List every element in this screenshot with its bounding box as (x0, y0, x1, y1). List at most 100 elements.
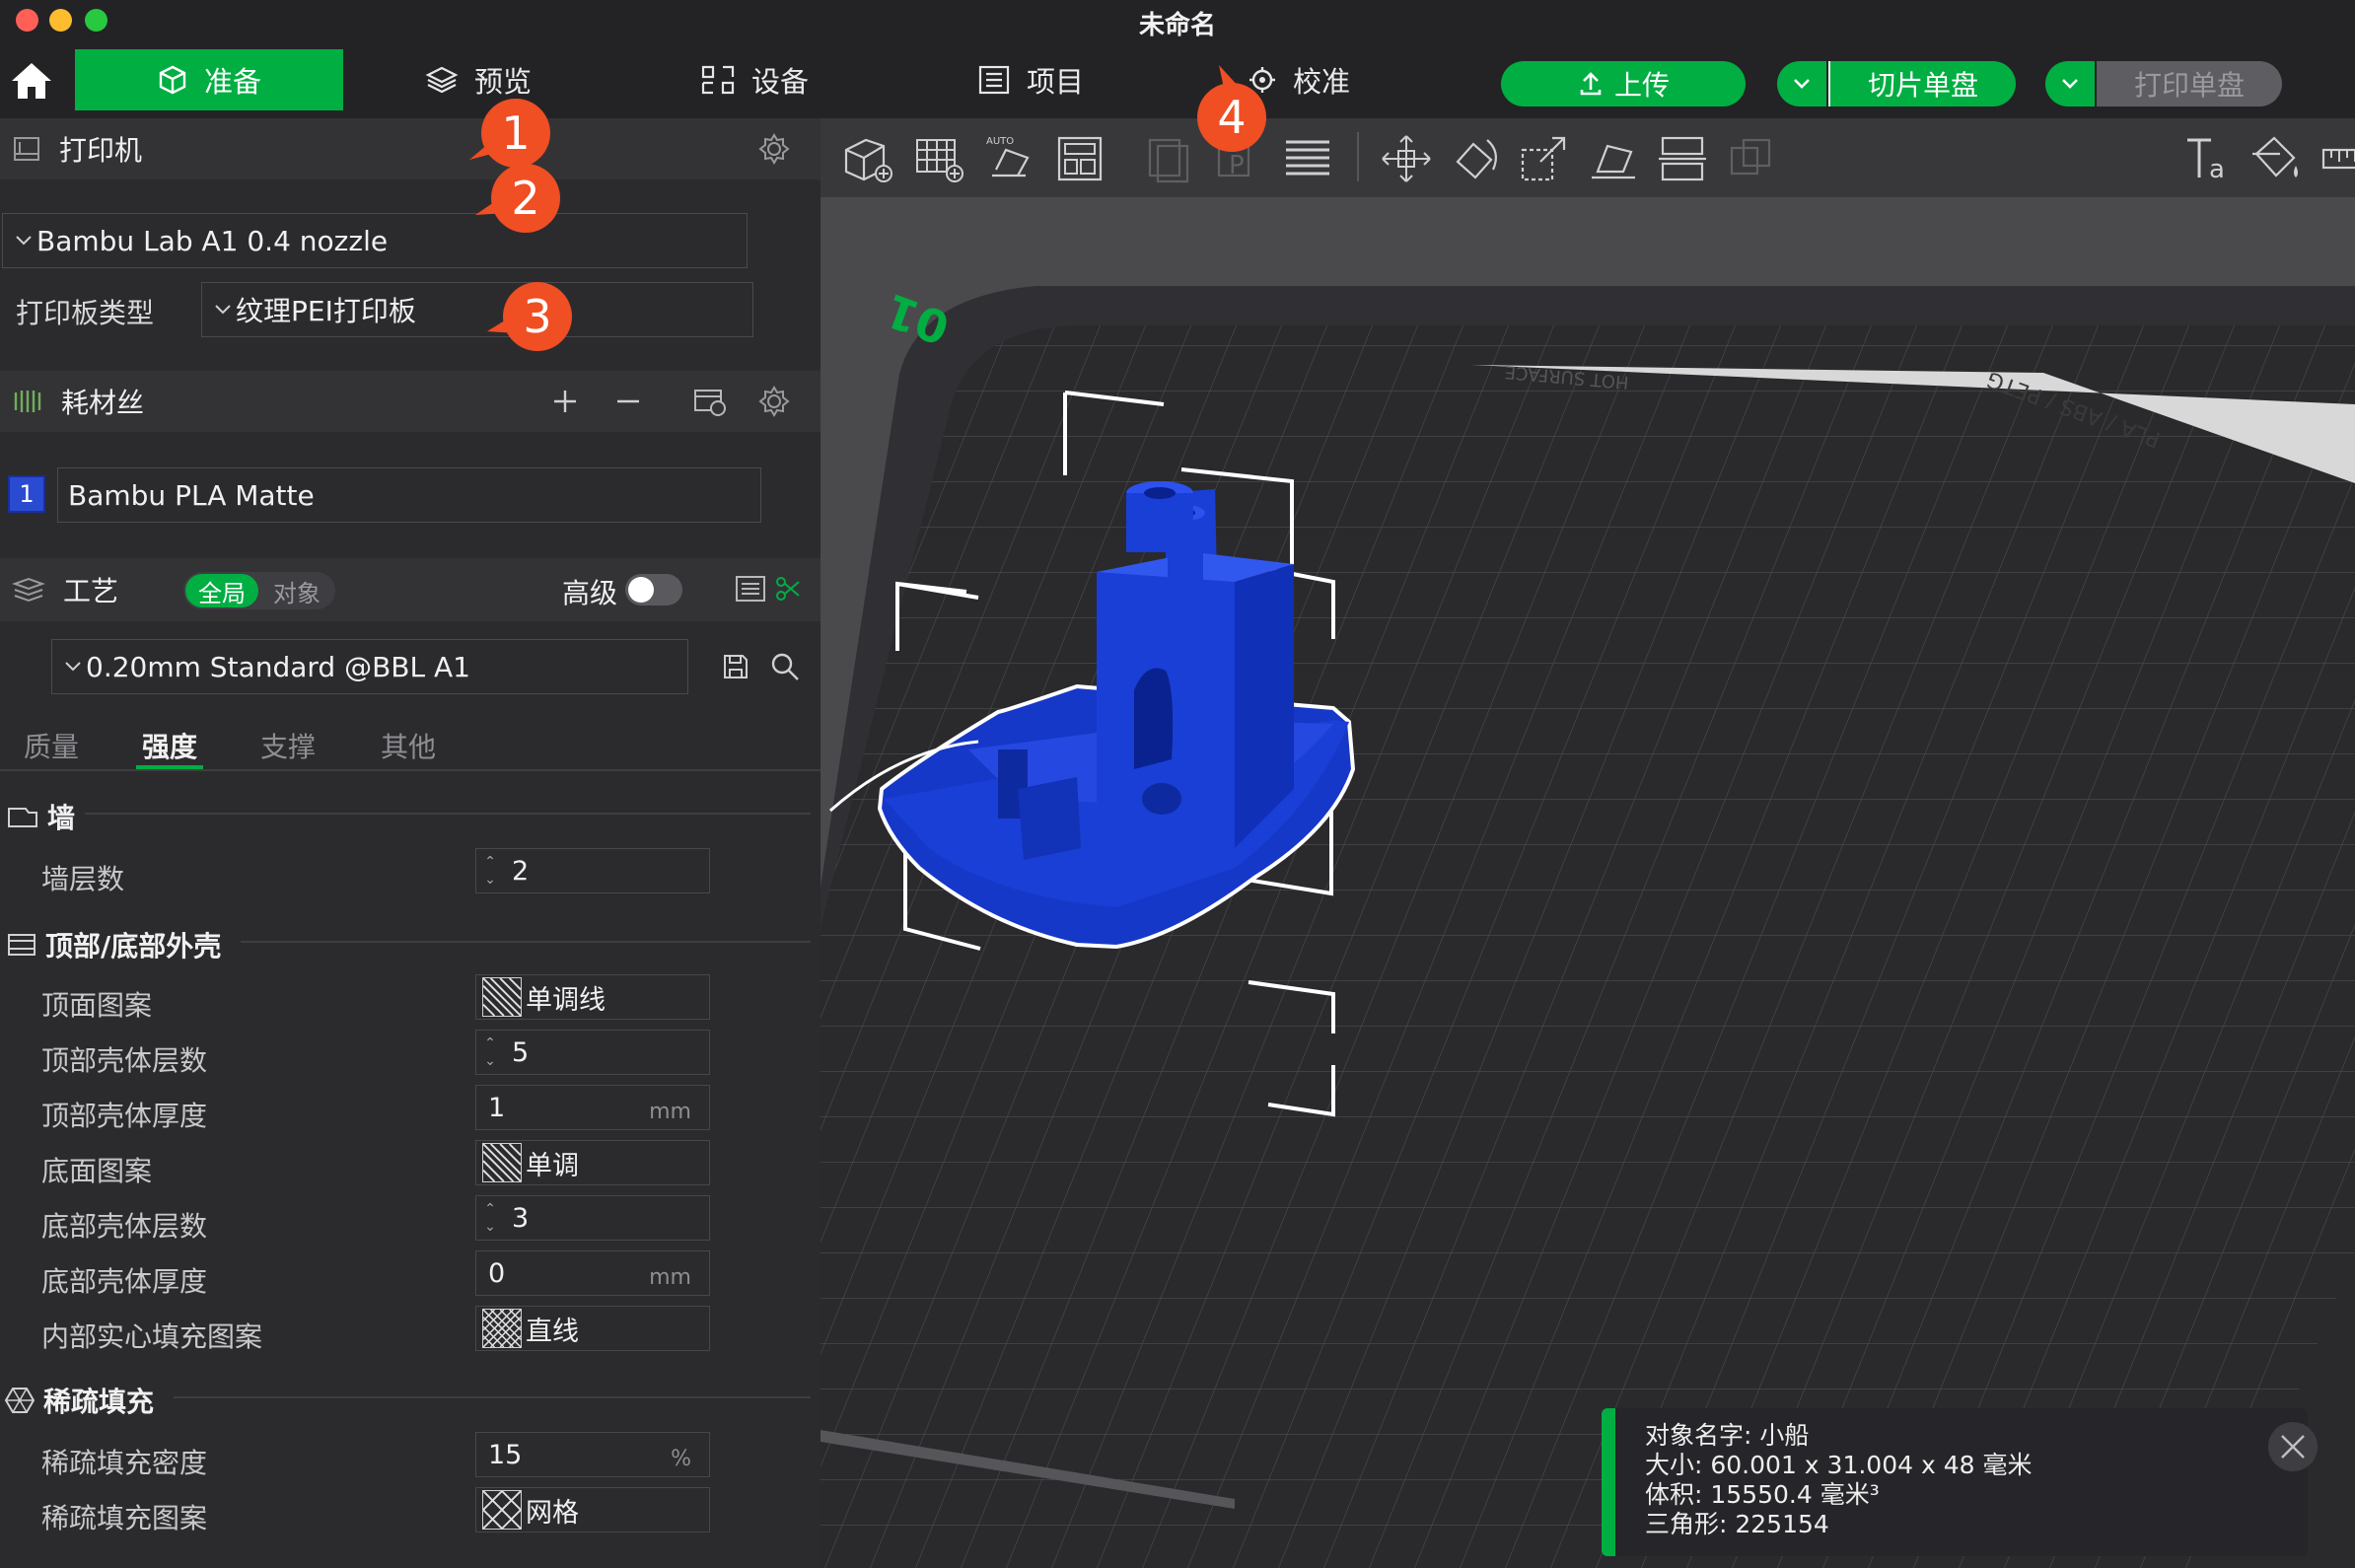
wall-icon (8, 808, 37, 827)
plate-type-select[interactable]: 纹理PEI打印板 (201, 282, 753, 337)
add-object-icon[interactable] (840, 132, 895, 185)
text-icon[interactable]: a (2181, 132, 2237, 185)
toggle-global[interactable]: 全局 (185, 574, 258, 607)
remove-filament-icon[interactable] (615, 389, 641, 414)
save-preset-icon[interactable] (722, 653, 749, 680)
wall-loops-stepper[interactable]: ⌃ ⌄ (476, 849, 504, 892)
printer-select-value: Bambu Lab A1 0.4 nozzle (36, 224, 389, 257)
add-filament-icon[interactable] (552, 389, 578, 414)
top-thickness-input[interactable]: 1 mm (475, 1085, 710, 1130)
object-triangles-line: 三角形: 225154 (1645, 1510, 1829, 1538)
wall-heading-line (85, 813, 811, 815)
top-layers-stepper[interactable]: ⌃ ⌄ (476, 1031, 504, 1074)
top-pattern-select[interactable]: 单调线 (475, 974, 710, 1020)
top-layers-value: 5 (512, 1036, 530, 1068)
filament-slot-badge[interactable]: 1 (8, 475, 45, 513)
infill-icon (4, 1388, 36, 1413)
subtab-other[interactable]: 其他 (381, 726, 436, 765)
tab-device[interactable]: 设备 (680, 49, 828, 110)
chevron-down-icon (215, 305, 231, 315)
paint-brush-icon[interactable] (773, 574, 803, 604)
search-icon[interactable] (769, 651, 801, 682)
subtab-support[interactable]: 支撑 (260, 726, 316, 765)
compare-icon[interactable] (734, 574, 767, 604)
split-objects-icon[interactable] (1142, 132, 1197, 185)
tab-prepare[interactable]: 准备 (75, 49, 343, 110)
print-plate-label: 打印单盘 (2133, 69, 2245, 102)
bottom-thickness-value: 0 (488, 1257, 506, 1289)
callout-1-label: 1 (501, 107, 531, 160)
subtab-quality[interactable]: 质量 (24, 726, 79, 765)
infill-density-label: 稀疏填充密度 (41, 1447, 208, 1479)
print-plate-button[interactable]: 打印单盘 (2097, 61, 2282, 107)
slice-dropdown-button[interactable] (1777, 61, 1826, 107)
top-thickness-label: 顶部壳体厚度 (41, 1100, 208, 1132)
advanced-switch[interactable] (625, 574, 682, 606)
printer-settings-gear-icon[interactable] (757, 132, 791, 166)
printer-section-header: 打印机 (0, 118, 821, 179)
wall-loops-value: 2 (512, 855, 530, 887)
toggle-object-label: 对象 (273, 579, 321, 607)
internal-solid-pattern-select[interactable]: 直线 (475, 1306, 710, 1351)
grid-pattern-icon (482, 1490, 522, 1530)
process-section-label: 工艺 (63, 575, 119, 607)
3d-viewport[interactable]: PLA / ABS / PETG HOT SURFACE 01 (821, 118, 2355, 1568)
move-icon[interactable] (1379, 132, 1434, 185)
paint-bucket-icon[interactable] (2250, 132, 2306, 185)
infill-density-input[interactable]: 15 % (475, 1432, 710, 1477)
arrange-icon[interactable] (1053, 132, 1108, 185)
top-layers-input[interactable]: ⌃ ⌄ 5 (475, 1030, 710, 1075)
process-preset-select[interactable]: 0.20mm Standard @BBL A1 (51, 639, 688, 694)
wall-loops-input[interactable]: ⌃ ⌄ 2 (475, 848, 710, 893)
monotonic-line-pattern-icon (482, 977, 522, 1017)
layer-list-icon[interactable] (1280, 132, 1335, 185)
upload-button[interactable]: 上传 (1501, 61, 1746, 107)
callout-3-label: 3 (523, 290, 552, 343)
auto-orient-icon[interactable]: AUTO (982, 132, 1037, 185)
top-layers-label: 顶部壳体层数 (41, 1044, 208, 1077)
wall-heading-label: 墙 (47, 802, 76, 834)
boolean-icon[interactable] (1724, 132, 1779, 185)
bottom-layers-input[interactable]: ⌃ ⌄ 3 (475, 1195, 710, 1241)
close-info-button[interactable] (2268, 1422, 2318, 1471)
bottom-pattern-select[interactable]: 单调 (475, 1140, 710, 1185)
filament-sync-icon[interactable] (692, 385, 728, 418)
subtab-strength[interactable]: 强度 (142, 726, 197, 765)
home-icon[interactable] (10, 61, 57, 103)
scale-icon[interactable] (1517, 132, 1572, 185)
global-object-toggle[interactable]: 全局 对象 (183, 572, 335, 609)
printer-select[interactable]: Bambu Lab A1 0.4 nozzle (2, 213, 748, 268)
tab-project[interactable]: 项目 (957, 49, 1105, 110)
rotate-icon[interactable] (1448, 132, 1503, 185)
window-title: 未命名 (1138, 11, 1216, 40)
print-dropdown-button[interactable] (2045, 61, 2095, 107)
infill-pattern-select[interactable]: 网格 (475, 1487, 710, 1532)
shell-heading: 顶部/底部外壳 (6, 925, 221, 964)
bottom-layers-stepper[interactable]: ⌃ ⌄ (476, 1196, 504, 1240)
plate-type-value: 纹理PEI打印板 (236, 295, 416, 327)
lay-on-face-icon[interactable] (1586, 132, 1641, 185)
process-layers-icon (12, 577, 45, 603)
filament-settings-gear-icon[interactable] (757, 385, 791, 418)
upload-label: 上传 (1613, 69, 1670, 102)
measure-icon[interactable] (2319, 132, 2355, 185)
printer-icon (14, 137, 39, 161)
infill-pattern-label: 稀疏填充图案 (41, 1502, 208, 1534)
bottom-thickness-input[interactable]: 0 mm (475, 1250, 710, 1296)
filament-select[interactable]: Bambu PLA Matte (57, 467, 761, 523)
cut-icon[interactable] (1655, 132, 1710, 185)
build-plate-scene[interactable]: PLA / ABS / PETG HOT SURFACE 01 (821, 118, 2355, 1568)
plate-type-label: 打印板类型 (16, 297, 155, 329)
bottom-pattern-value: 单调 (526, 1150, 579, 1181)
top-pattern-label: 顶面图案 (41, 989, 153, 1022)
shell-heading-line (241, 941, 811, 943)
add-plate-icon[interactable] (911, 132, 966, 185)
top-thickness-unit: mm (649, 1100, 691, 1124)
slice-plate-button[interactable]: 切片单盘 (1828, 61, 2016, 107)
object-info-panel: 对象名字: 小船 大小: 60.001 x 31.004 x 48 毫米 体积:… (1602, 1408, 2308, 1556)
viewport-toolbar: AUTO P a (821, 118, 2355, 197)
bottom-thickness-label: 底部壳体厚度 (41, 1265, 208, 1298)
toggle-object[interactable]: 对象 (260, 574, 333, 607)
toolbar-divider (1357, 132, 1359, 181)
svg-text:P: P (1229, 151, 1245, 180)
